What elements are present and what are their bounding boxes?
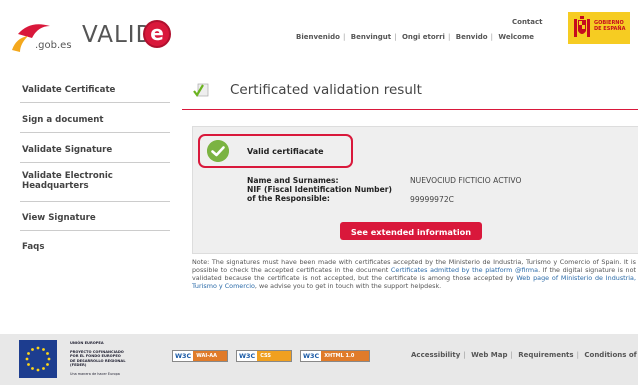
header: .gob.es VALID e Contact Bienvenido | Benv… bbox=[0, 0, 638, 70]
eu-line3: Una manera de hacer Europa bbox=[70, 371, 120, 376]
contact-link[interactable]: Contact bbox=[512, 18, 543, 26]
lang-link-ca[interactable]: Benvingut bbox=[351, 33, 391, 41]
title-divider bbox=[182, 109, 638, 110]
lang-link-gl[interactable]: Benvido bbox=[456, 33, 488, 41]
gob-es-text: .gob.es bbox=[35, 40, 72, 51]
field-value-nif: 99999972C bbox=[410, 195, 454, 204]
signature-note: Note: The signatures must have been made… bbox=[192, 258, 636, 290]
gobierno-text: GOBIERNO DE ESPAÑA bbox=[594, 20, 625, 32]
sidebar-item-sign-document[interactable]: Sign a document bbox=[20, 106, 170, 133]
eu-line2: PROYECTO COFINANCIADO POR EL FONDO EUROP… bbox=[70, 349, 126, 368]
spain-coat-of-arms-icon bbox=[574, 16, 590, 37]
sidebar-item-faqs[interactable]: Faqs bbox=[20, 233, 170, 259]
sidebar: Validate Certificate Sign a document Val… bbox=[20, 76, 170, 259]
eu-flag-icon bbox=[19, 340, 57, 378]
see-extended-information-button[interactable]: See extended information bbox=[340, 222, 482, 240]
requirements-link[interactable]: Requirements bbox=[518, 351, 573, 359]
accessibility-link[interactable]: Accessibility bbox=[411, 351, 460, 359]
w3c-xhtml-badge[interactable]: W3C XHTML 1.0 bbox=[300, 350, 370, 362]
w3c-logo-3: W3C bbox=[303, 352, 320, 360]
web-map-link[interactable]: Web Map bbox=[471, 351, 507, 359]
field-label-name: Name and Surnames: bbox=[247, 176, 339, 185]
language-links: Bienvenido | Benvingut | Ongi etorri | Benv… bbox=[296, 33, 535, 41]
lang-link-en[interactable]: Welcome bbox=[498, 33, 534, 41]
conditions-of-use-link[interactable]: Conditions of u bbox=[584, 351, 638, 359]
valid-status-text: Valid certifiacate bbox=[247, 147, 324, 156]
xhtml-tag: XHTML 1.0 bbox=[321, 351, 369, 361]
wai-tag: WAI-AA bbox=[193, 351, 227, 361]
sidebar-item-validate-certificate[interactable]: Validate Certificate bbox=[20, 76, 170, 103]
w3c-logo-1: W3C bbox=[175, 352, 192, 360]
eu-funding-text: UNIÓN EUROPEA PROYECTO COFINANCIADO POR … bbox=[70, 341, 126, 377]
sidebar-item-validate-headquarters[interactable]: Validate Electronic Headquarters bbox=[20, 163, 170, 202]
field-value-name: NUEVOCIUD FICTICIO ACTIVO bbox=[410, 176, 522, 185]
footer-links: Accessibility | Web Map | Requirements | Co… bbox=[411, 351, 638, 359]
w3c-wai-badge[interactable]: W3C WAI-AA bbox=[172, 350, 228, 362]
eu-line1: UNIÓN EUROPEA bbox=[70, 341, 104, 345]
lang-link-eu[interactable]: Ongi etorri bbox=[402, 33, 445, 41]
note-text-3: , we advise you to get in touch with the… bbox=[254, 282, 442, 291]
certificate-check-icon bbox=[193, 83, 209, 97]
check-icon bbox=[207, 140, 229, 162]
sidebar-item-validate-signature[interactable]: Validate Signature bbox=[20, 136, 170, 163]
certificates-admitted-link[interactable]: Certificates admitted by the platform @f… bbox=[391, 266, 538, 274]
w3c-css-badge[interactable]: W3C CSS bbox=[236, 350, 292, 362]
lang-link-es[interactable]: Bienvenido bbox=[296, 33, 340, 41]
css-tag: CSS bbox=[257, 351, 291, 361]
field-label-nif: NIF (Fiscal Identification Number) of th… bbox=[247, 185, 392, 203]
w3c-logo-2: W3C bbox=[239, 352, 256, 360]
sidebar-item-view-signature[interactable]: View Signature bbox=[20, 204, 170, 231]
page-title: Certificated validation result bbox=[230, 82, 422, 98]
valide-e-icon: e bbox=[143, 20, 171, 48]
page: .gob.es VALID e Contact Bienvenido | Benv… bbox=[0, 0, 638, 385]
gobierno-line2: DE ESPAÑA bbox=[594, 26, 626, 32]
